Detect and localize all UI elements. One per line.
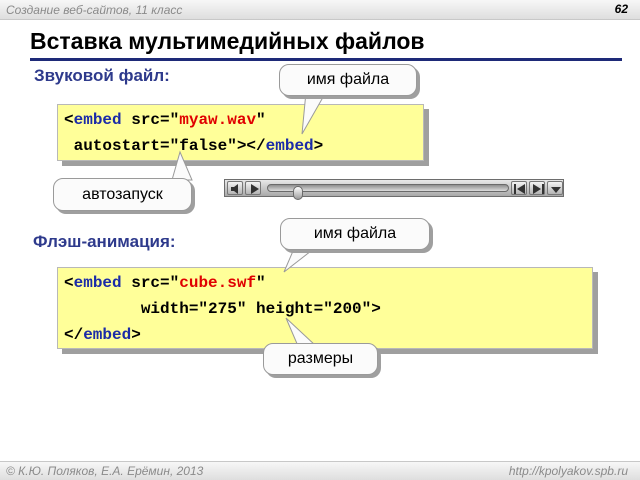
skip-forward-icon[interactable]	[529, 181, 545, 195]
code-keyword: embed	[73, 111, 122, 129]
slide-number: 62	[614, 2, 628, 16]
footer-url[interactable]: http://kpolyakov.spb.ru	[509, 464, 628, 478]
code-text: src="	[121, 274, 180, 292]
code-value: myaw.wav	[179, 111, 257, 129]
code-text: >	[313, 137, 324, 155]
course-label: Создание веб-сайтов, 11 класс	[6, 3, 183, 17]
skip-back-icon[interactable]	[511, 181, 527, 195]
code-text: "	[256, 111, 266, 129]
code-text: "	[256, 274, 266, 292]
callout-filename-flash: имя файла	[280, 218, 430, 250]
title-divider	[30, 58, 622, 61]
code-value: cube.swf	[179, 274, 257, 292]
seek-slider[interactable]	[293, 186, 303, 200]
footer-authors: © К.Ю. Поляков, Е.А. Ерёмин, 2013	[6, 464, 204, 478]
footer-bar: © К.Ю. Поляков, Е.А. Ерёмин, 2013 http:/…	[0, 461, 640, 480]
menu-dropdown-icon[interactable]	[547, 181, 563, 195]
code-text: </	[64, 326, 84, 344]
audio-code-box: <embed src="myaw.wav" autostart="false">…	[57, 104, 424, 161]
header-bar: Создание веб-сайтов, 11 класс 62	[0, 0, 640, 20]
callout-sizes: размеры	[263, 343, 378, 375]
callout-filename-audio: имя файла	[279, 64, 417, 96]
code-text: >	[131, 326, 141, 344]
code-text: <	[64, 111, 74, 129]
speaker-icon[interactable]	[227, 181, 243, 195]
flash-heading: Флэш-анимация:	[33, 232, 176, 251]
code-text: width="275" height="200">	[64, 300, 381, 318]
code-keyword: embed	[83, 326, 132, 344]
code-text: <	[64, 274, 74, 292]
callout-autostart: автозапуск	[53, 178, 192, 211]
flash-code-box: <embed src="cube.swf" width="275" height…	[57, 267, 593, 349]
code-text: src="	[121, 111, 180, 129]
media-player	[224, 179, 564, 200]
code-keyword: embed	[265, 137, 314, 155]
play-icon[interactable]	[245, 181, 261, 195]
code-keyword: embed	[73, 274, 122, 292]
audio-heading: Звуковой файл:	[34, 66, 170, 85]
seek-track[interactable]	[267, 184, 509, 200]
page-title: Вставка мультимедийных файлов	[30, 28, 425, 54]
callout-tail	[301, 91, 327, 135]
